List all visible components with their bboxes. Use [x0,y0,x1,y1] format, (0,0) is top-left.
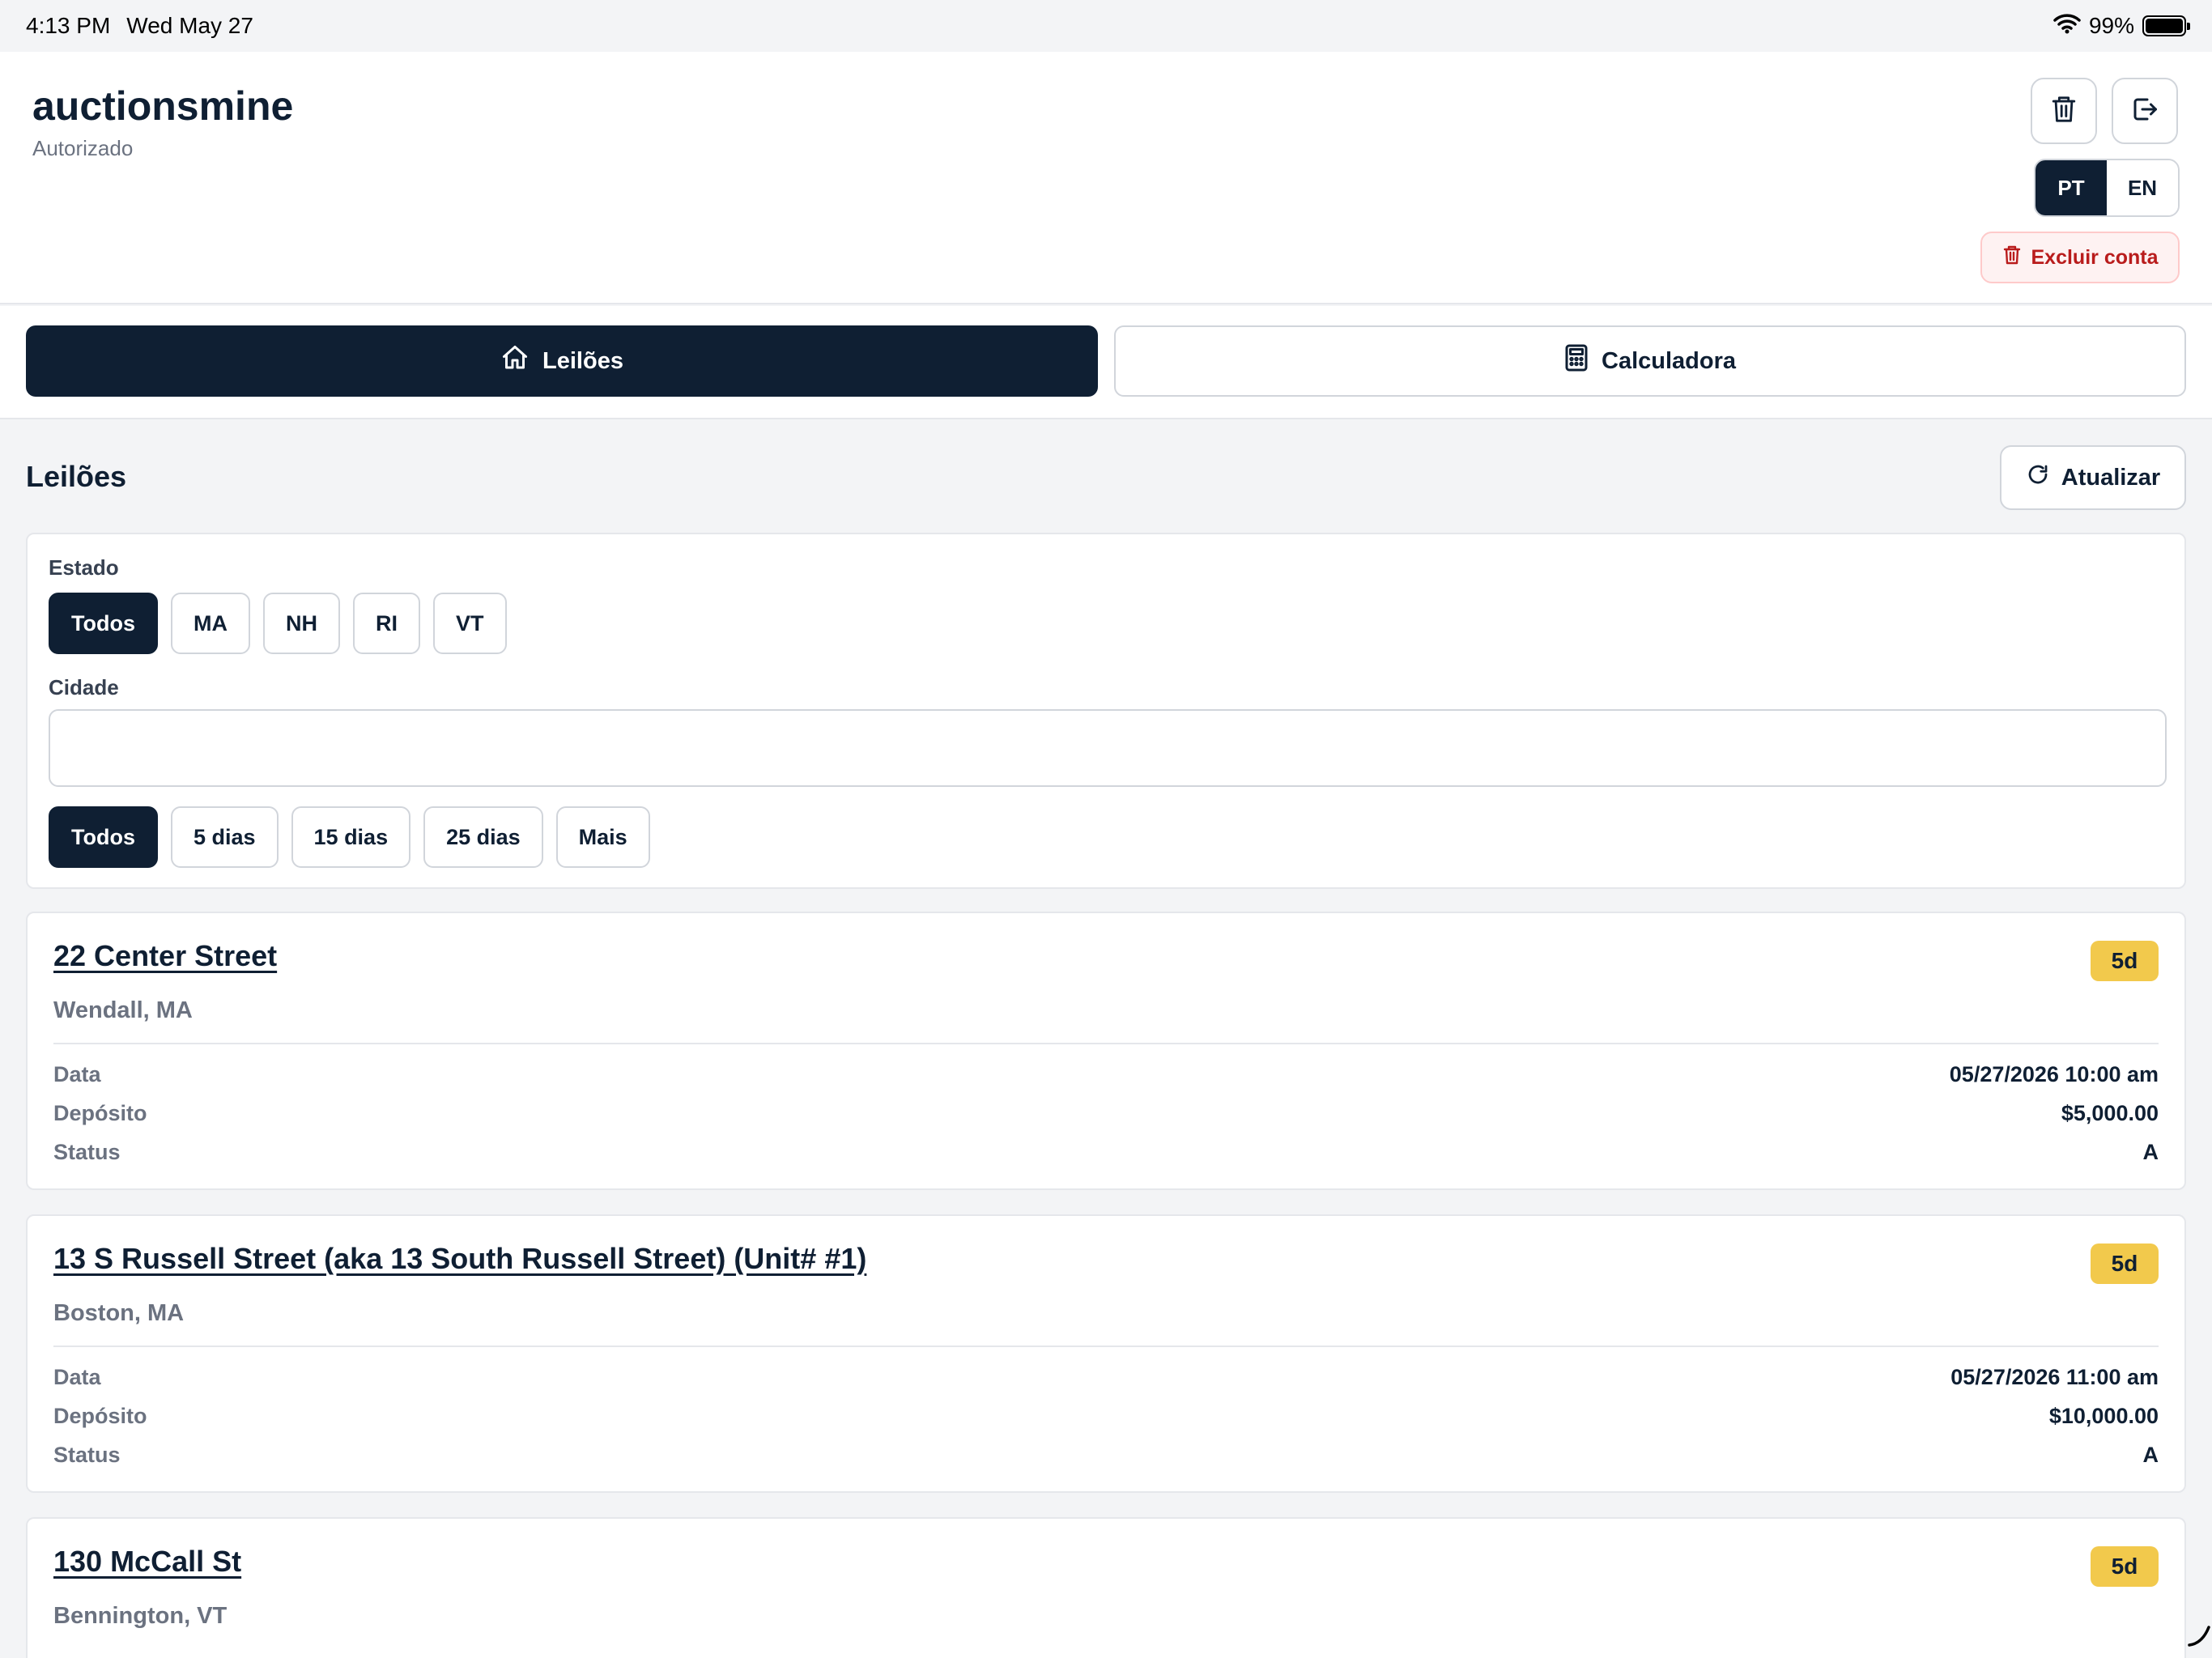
delete-account-button[interactable]: Excluir conta [1980,232,2180,283]
status-label: Status [53,1443,121,1467]
trash-icon [2002,244,2022,272]
deposit-label: Depósito [53,1101,147,1125]
status-bar: 4:13 PM Wed May 27 99% [0,0,2212,52]
status-time: 4:13 PM [26,13,111,38]
date-label: Data [53,1365,101,1389]
days-left-badge: 5d [2091,1546,2159,1587]
state-filter-label: Estado [49,555,119,580]
date-label: Data [53,1062,101,1086]
clear-cache-button[interactable] [2031,78,2097,144]
auth-status: Autorizado [32,136,134,160]
period-chip-more[interactable]: Mais [555,806,650,868]
refresh-button[interactable]: Atualizar [2000,445,2186,510]
period-chip-15-days[interactable]: 15 dias [291,806,411,868]
auction-deposit-row: Depósito $10,000.00 [53,1404,2159,1429]
deposit-value: $10,000.00 [2048,1404,2159,1428]
auction-date-row: Data 05/27/2026 11:00 am [53,1365,2159,1390]
auction-card[interactable]: 13 S Russell Street (aka 13 South Russel… [26,1214,2186,1493]
days-left-badge: 5d [2091,1244,2159,1284]
state-chip-ri[interactable]: RI [352,593,420,654]
state-filter: Todos MA NH RI VT [49,593,507,654]
delete-account-label: Excluir conta [2031,245,2159,269]
refresh-icon [2026,462,2050,493]
tab-auctions[interactable]: Leilões [26,325,1098,397]
app-title: auctionsmine [32,83,294,129]
refresh-label: Atualizar [2061,464,2161,491]
wifi-icon [2053,13,2081,40]
auction-location: Bennington, VT [53,1603,228,1629]
home-icon [500,343,530,379]
trash-icon [2050,94,2078,129]
period-chip-todos[interactable]: Todos [49,806,158,868]
logout-button[interactable] [2112,78,2178,144]
city-input[interactable] [49,709,2167,787]
status-value: A [2142,1443,2159,1467]
tab-calculator[interactable]: Calculadora [1114,325,2186,397]
deposit-value: $5,000.00 [2061,1101,2159,1125]
calculator-icon [1564,343,1589,379]
period-filter: Todos 5 dias 15 dias 25 dias Mais [49,806,650,868]
tab-bar: Leilões Calculadora [0,306,2212,419]
auction-title-link[interactable]: 13 S Russell Street (aka 13 South Russel… [53,1242,866,1276]
period-chip-25-days[interactable]: 25 dias [423,806,543,868]
state-chip-ma[interactable]: MA [170,593,250,654]
city-filter-label: Cidade [49,675,119,699]
auction-title-link[interactable]: 22 Center Street [53,939,277,973]
language-toggle: PT EN [2034,159,2180,217]
period-chip-5-days[interactable]: 5 dias [170,806,279,868]
app-header: auctionsmine Autorizado PT EN Excluir co… [0,52,2212,304]
status-label: Status [53,1140,121,1164]
scroll-indicator-icon [2186,1622,2212,1648]
tab-calculator-label: Calculadora [1602,347,1736,374]
status-value: A [2142,1140,2159,1164]
auction-location: Boston, MA [53,1300,185,1326]
date-value: 05/27/2026 11:00 am [1950,1365,2159,1389]
tab-auctions-label: Leilões [542,347,623,374]
status-date: Wed May 27 [126,13,253,38]
date-value: 05/27/2026 10:00 am [1949,1062,2159,1086]
auction-date-row: Data 05/27/2026 10:00 am [53,1062,2159,1087]
lang-pt-button[interactable]: PT [2035,160,2107,215]
deposit-label: Depósito [53,1404,147,1428]
divider [53,1346,2159,1347]
auction-location: Wendall, MA [53,997,193,1023]
battery-icon [2142,15,2190,36]
filter-panel: Estado Todos MA NH RI VT Cidade Todos 5 … [26,533,2186,889]
logout-icon [2130,95,2159,128]
days-left-badge: 5d [2091,941,2159,981]
auction-status-row: Status A [53,1140,2159,1165]
divider [53,1043,2159,1044]
auction-deposit-row: Depósito $5,000.00 [53,1101,2159,1126]
auction-status-row: Status A [53,1443,2159,1468]
lang-en-button[interactable]: EN [2107,160,2178,215]
state-chip-vt[interactable]: VT [432,593,507,654]
state-chip-todos[interactable]: Todos [49,593,158,654]
auction-title-link[interactable]: 130 McCall St [53,1545,241,1579]
state-chip-nh[interactable]: NH [262,593,340,654]
battery-percent: 99% [2088,13,2134,38]
page-title: Leilões [26,460,127,493]
auction-card[interactable]: 22 Center Street 5d Wendall, MA Data 05/… [26,912,2186,1190]
auction-card[interactable]: 130 McCall St 5d Bennington, VT [26,1517,2186,1658]
